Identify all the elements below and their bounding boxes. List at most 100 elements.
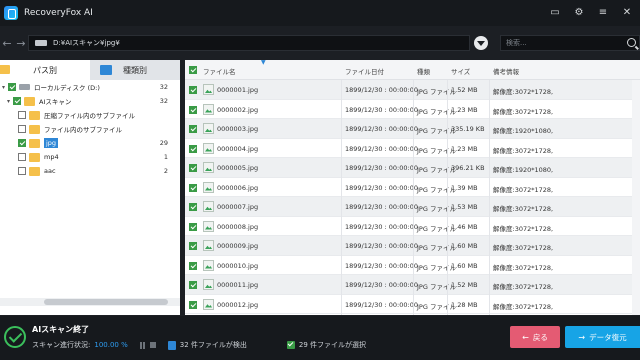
tree-item-count: 2 bbox=[163, 167, 168, 175]
tree-item[interactable]: 圧縮ファイル内のサブファイル bbox=[0, 108, 180, 122]
tree-item[interactable]: ファイル内のサブファイル bbox=[0, 122, 180, 136]
navigation-bar: ← → D:¥AIスキャン¥jpg¥ bbox=[0, 30, 640, 56]
row-checkbox[interactable] bbox=[189, 222, 197, 231]
image-file-icon bbox=[203, 201, 214, 212]
tree-item[interactable]: aac 2 bbox=[0, 164, 180, 178]
column-divider bbox=[341, 80, 342, 315]
menu-icon[interactable]: ≡ bbox=[596, 4, 610, 20]
selected-text: 29 件ファイルが選択 bbox=[298, 341, 367, 349]
sort-down-icon: ▼ bbox=[261, 60, 266, 66]
search-icon[interactable] bbox=[627, 38, 636, 47]
vertical-scrollbar[interactable] bbox=[632, 80, 640, 315]
folder-icon bbox=[29, 152, 40, 162]
tree-item-count: 32 bbox=[159, 97, 168, 105]
cell-size: 1.52 MB bbox=[451, 86, 478, 94]
stop-icon[interactable] bbox=[149, 342, 156, 348]
row-checkbox[interactable] bbox=[189, 164, 197, 172]
header-name[interactable]: ファイル名 bbox=[203, 66, 236, 76]
path-bar[interactable]: D:¥AIスキャン¥jpg¥ bbox=[28, 35, 470, 51]
tree-checkbox[interactable] bbox=[13, 97, 21, 105]
settings-icon[interactable]: ⚙ bbox=[572, 4, 586, 20]
image-file-icon bbox=[203, 240, 214, 251]
tree-item[interactable]: ▾ ローカルディスク (D:) 32 bbox=[0, 80, 180, 94]
folder-icon bbox=[29, 110, 40, 120]
cell-name: 0000008.jpg bbox=[217, 222, 259, 231]
progress-label: スキャン進行状況: bbox=[32, 341, 91, 349]
app-logo-icon bbox=[4, 6, 18, 20]
image-file-icon bbox=[203, 103, 214, 115]
tree-checkbox[interactable] bbox=[18, 125, 26, 133]
close-icon[interactable]: ✕ bbox=[620, 4, 634, 20]
cell-date: 1899/12/30 : 00:00:00 bbox=[345, 125, 418, 133]
tree-checkbox[interactable] bbox=[18, 167, 26, 175]
tree-item[interactable]: jpg 29 bbox=[0, 136, 180, 150]
filter-button[interactable] bbox=[474, 36, 488, 50]
cell-info: 解像度:3072*1728, bbox=[493, 107, 554, 116]
row-checkbox[interactable] bbox=[189, 125, 197, 133]
back-arrow-icon[interactable]: ← bbox=[0, 37, 14, 50]
cell-name: 0000011.jpg bbox=[217, 281, 259, 289]
search-box[interactable] bbox=[500, 35, 640, 51]
recover-button[interactable]: → データ復元 bbox=[565, 326, 640, 348]
image-file-icon bbox=[203, 162, 214, 173]
tree-checkbox[interactable] bbox=[18, 153, 26, 161]
folder-icon bbox=[29, 138, 40, 148]
row-checkbox[interactable] bbox=[189, 203, 197, 211]
folder-tree: ▾ ローカルディスク (D:) 32 ▾ AIスキャン 32 圧縮ファイル内のサブファイルフ… bbox=[0, 80, 180, 178]
chevron-down-icon[interactable]: ▾ bbox=[0, 84, 7, 91]
header-date[interactable]: ファイル日付 bbox=[345, 66, 384, 76]
tree-item-label: AIスキャン bbox=[39, 98, 72, 106]
column-divider bbox=[447, 80, 448, 315]
row-checkbox[interactable] bbox=[189, 242, 197, 250]
tree-checkbox[interactable] bbox=[18, 111, 26, 119]
table-header: ファイル名 ▼ ファイル日付 種類 サイズ 備考情報 bbox=[185, 60, 640, 80]
row-checkbox[interactable] bbox=[189, 105, 197, 114]
cell-name: 0000001.jpg bbox=[217, 86, 259, 94]
row-checkbox[interactable] bbox=[189, 86, 197, 94]
header-type[interactable]: 種類 bbox=[417, 66, 430, 76]
row-checkbox[interactable] bbox=[189, 261, 197, 270]
column-divider bbox=[489, 80, 490, 315]
scrollbar-thumb[interactable] bbox=[44, 299, 168, 305]
tree-item[interactable]: ▾ AIスキャン 32 bbox=[0, 94, 180, 108]
tree-checkbox[interactable] bbox=[8, 83, 16, 91]
cell-size: 1.23 MB bbox=[451, 144, 478, 153]
back-button[interactable]: ← 戻る bbox=[510, 326, 560, 348]
cell-date: 1899/12/30 : 00:00:00 bbox=[345, 86, 418, 94]
cell-info: 解像度:3072*1728, bbox=[493, 244, 554, 252]
tree-item-label: ファイル内のサブファイル bbox=[44, 126, 122, 134]
tree-item[interactable]: mp4 1 bbox=[0, 150, 180, 164]
tab-by-path[interactable]: パス別 bbox=[0, 60, 90, 80]
forward-arrow-icon[interactable]: → bbox=[14, 37, 28, 50]
row-checkbox[interactable] bbox=[189, 281, 197, 289]
tree-checkbox[interactable] bbox=[18, 139, 26, 147]
image-file-icon bbox=[203, 298, 214, 310]
horizontal-scrollbar[interactable] bbox=[0, 298, 180, 306]
image-file-icon bbox=[203, 181, 214, 193]
cell-size: 1.60 MB bbox=[451, 242, 478, 250]
cell-date: 1899/12/30 : 00:00:00 bbox=[345, 164, 418, 172]
header-info[interactable]: 備考情報 bbox=[493, 66, 519, 76]
cell-date: 1899/12/30 : 00:00:00 bbox=[345, 183, 418, 192]
row-checkbox[interactable] bbox=[189, 300, 197, 309]
row-checkbox[interactable] bbox=[189, 144, 197, 153]
cell-date: 1899/12/30 : 00:00:00 bbox=[345, 105, 418, 114]
cell-size: 1.39 MB bbox=[451, 183, 478, 192]
cell-date: 1899/12/30 : 00:00:00 bbox=[345, 203, 418, 211]
pause-icon[interactable] bbox=[139, 341, 145, 349]
cell-info: 解像度:3072*1728, bbox=[493, 283, 554, 291]
status-bar: AIスキャン終了 スキャン進行状況: 100.00 % 32 件ファイルが検出 … bbox=[0, 316, 640, 360]
feedback-icon[interactable]: ▭ bbox=[548, 4, 562, 20]
folder-icon bbox=[29, 166, 40, 176]
cell-name: 0000002.jpg bbox=[217, 105, 259, 114]
search-input[interactable] bbox=[506, 39, 622, 47]
row-checkbox[interactable] bbox=[189, 183, 197, 192]
column-divider bbox=[413, 80, 414, 315]
chevron-down-icon[interactable]: ▾ bbox=[5, 98, 12, 105]
tab-by-type[interactable]: 種類別 bbox=[90, 60, 180, 80]
header-size[interactable]: サイズ bbox=[451, 66, 470, 76]
back-button-label: 戻る bbox=[532, 332, 548, 342]
select-all-checkbox[interactable] bbox=[189, 66, 197, 74]
cell-name: 0000004.jpg bbox=[217, 144, 259, 153]
cell-size: 1.53 MB bbox=[451, 203, 478, 211]
